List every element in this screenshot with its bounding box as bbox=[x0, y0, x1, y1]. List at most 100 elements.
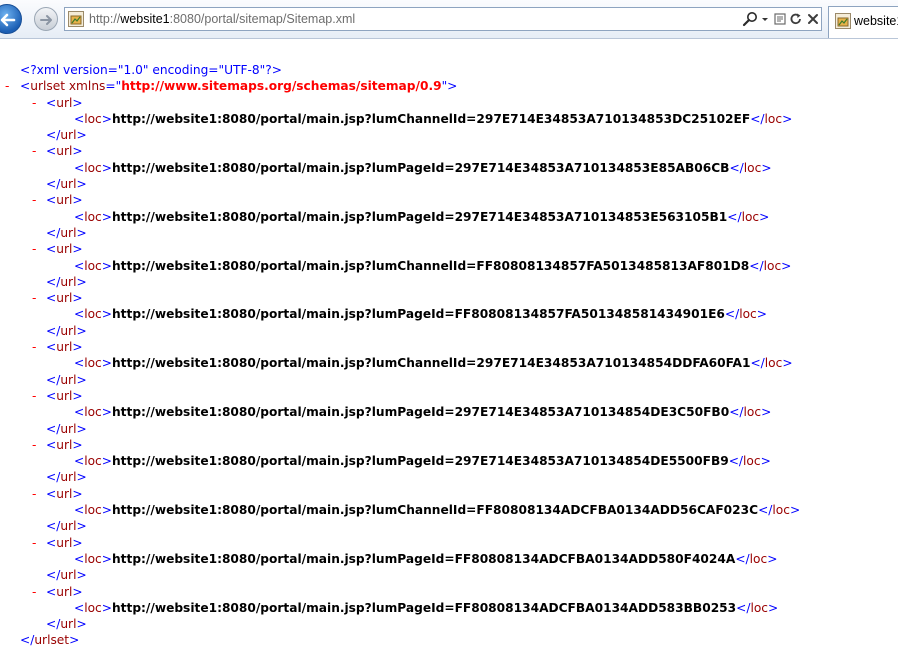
url-open-tag: - <url> bbox=[32, 290, 83, 306]
collapse-toggle-url[interactable]: - bbox=[32, 486, 36, 502]
forward-arrow-icon bbox=[40, 15, 52, 25]
loc-tag-name: loc bbox=[84, 111, 102, 126]
loc-tag-name: loc bbox=[84, 356, 102, 371]
loc-line: <loc>http://website1:8080/portal/main.js… bbox=[74, 503, 801, 518]
url-open-tag: - <url> bbox=[32, 486, 83, 502]
url-open-tag: - <url> bbox=[32, 437, 83, 453]
tab-favicon-icon bbox=[835, 13, 851, 29]
loc-close-tag-name: loc bbox=[763, 258, 782, 273]
url-open-tag: - <url> bbox=[32, 192, 83, 208]
collapse-toggle-url[interactable]: - bbox=[32, 535, 36, 551]
loc-line: <loc>http://website1:8080/portal/main.js… bbox=[74, 454, 771, 469]
collapse-toggle-urlset[interactable]: - bbox=[5, 78, 9, 94]
collapse-toggle-url[interactable]: - bbox=[32, 241, 36, 257]
url-open-tag: - <url> bbox=[32, 584, 83, 600]
url-entry: - <url> <loc>http://website1:8080/portal/m… bbox=[0, 192, 898, 241]
loc-tag-name: loc bbox=[84, 405, 102, 420]
url-entry: - <url> <loc>http://website1:8080/portal/m… bbox=[0, 535, 898, 584]
url-entry: - <url> <loc>http://website1:8080/portal/m… bbox=[0, 241, 898, 290]
url-close-tag: </url> bbox=[46, 372, 87, 387]
url-close-tag: </url> bbox=[46, 617, 87, 632]
browser-tab[interactable]: website1 bbox=[828, 6, 898, 38]
refresh-icon[interactable] bbox=[789, 11, 803, 27]
compatibility-view-icon[interactable] bbox=[773, 11, 787, 27]
loc-value: http://website1:8080/portal/main.jsp?lum… bbox=[111, 209, 728, 224]
url-open-tag: - <url> bbox=[32, 241, 83, 257]
url-tag-name: url bbox=[56, 144, 73, 159]
loc-value: http://website1:8080/portal/main.jsp?lum… bbox=[111, 454, 729, 469]
loc-value: http://website1:8080/portal/main.jsp?lum… bbox=[111, 551, 736, 566]
url-close-tag: </url> bbox=[46, 421, 87, 436]
address-bar[interactable]: http://website1:8080/portal/sitemap/Site… bbox=[64, 7, 822, 31]
collapse-toggle-url[interactable]: - bbox=[32, 388, 36, 404]
url-tag-name: url bbox=[56, 193, 73, 208]
url-tag-name: url bbox=[56, 584, 73, 599]
url-close-tag: </url> bbox=[46, 519, 87, 534]
url-open-tag: - <url> bbox=[32, 95, 83, 111]
url-close-tag-name: url bbox=[60, 519, 77, 534]
forward-button[interactable] bbox=[34, 7, 58, 31]
urlset-attr-name: xmlns bbox=[68, 79, 106, 94]
loc-line: <loc>http://website1:8080/portal/main.js… bbox=[74, 160, 772, 175]
url-close-tag-name: url bbox=[60, 225, 77, 240]
loc-line: <loc>http://website1:8080/portal/main.js… bbox=[74, 600, 779, 615]
url-close-tag-name: url bbox=[60, 177, 77, 192]
url-entry: - <url> <loc>http://website1:8080/portal/m… bbox=[0, 486, 898, 535]
loc-tag-name: loc bbox=[84, 551, 102, 566]
url-open-tag: - <url> bbox=[32, 143, 83, 159]
loc-value: http://website1:8080/portal/main.jsp?lum… bbox=[111, 160, 730, 175]
loc-value: http://website1:8080/portal/main.jsp?lum… bbox=[111, 111, 751, 126]
collapse-toggle-url[interactable]: - bbox=[32, 584, 36, 600]
url-close-tag-name: url bbox=[60, 274, 77, 289]
url-open-tag: - <url> bbox=[32, 388, 83, 404]
url-close-tag-name: url bbox=[60, 617, 77, 632]
stop-icon[interactable] bbox=[807, 11, 819, 27]
collapse-toggle-url[interactable]: - bbox=[32, 192, 36, 208]
loc-close-tag-name: loc bbox=[750, 600, 769, 615]
url-prefix: http:// bbox=[89, 12, 121, 26]
collapse-toggle-url[interactable]: - bbox=[32, 339, 36, 355]
loc-tag-name: loc bbox=[84, 160, 102, 175]
loc-tag-name: loc bbox=[84, 209, 102, 224]
loc-line: <loc>http://website1:8080/portal/main.js… bbox=[74, 551, 778, 566]
loc-value: http://website1:8080/portal/main.jsp?lum… bbox=[111, 356, 751, 371]
url-entry: - <url> <loc>http://website1:8080/portal/m… bbox=[0, 388, 898, 437]
loc-value: http://website1:8080/portal/main.jsp?lum… bbox=[111, 405, 730, 420]
dropdown-arrow-icon[interactable] bbox=[761, 11, 769, 27]
url-entry: - <url> <loc>http://website1:8080/portal/m… bbox=[0, 339, 898, 388]
urlset-open-tag: - <urlset xmlns="http://www.sitemaps.org… bbox=[5, 78, 458, 94]
loc-close-tag-name: loc bbox=[741, 209, 760, 224]
loc-close-tag-name: loc bbox=[743, 454, 761, 469]
url-open-tag: - <url> bbox=[32, 535, 83, 551]
urlset-close-tag-name: urlset bbox=[34, 633, 70, 648]
url-entry: - <url> <loc>http://website1:8080/portal/m… bbox=[0, 290, 898, 339]
back-button[interactable] bbox=[0, 4, 22, 34]
loc-close-tag-name: loc bbox=[739, 307, 757, 322]
urlset-tag-name: urlset bbox=[30, 79, 65, 94]
url-close-tag-name: url bbox=[60, 421, 77, 436]
loc-close-tag-name: loc bbox=[764, 111, 783, 126]
url-close-tag: </url> bbox=[46, 470, 87, 485]
loc-tag-name: loc bbox=[84, 503, 102, 518]
address-url[interactable]: http://website1:8080/portal/sitemap/Site… bbox=[89, 12, 355, 26]
loc-line: <loc>http://website1:8080/portal/main.js… bbox=[74, 307, 767, 322]
collapse-toggle-url[interactable]: - bbox=[32, 95, 36, 111]
collapse-toggle-url[interactable]: - bbox=[32, 437, 36, 453]
collapse-toggle-url[interactable]: - bbox=[32, 143, 36, 159]
search-icon[interactable] bbox=[741, 11, 759, 27]
loc-close-tag-name: loc bbox=[743, 160, 762, 175]
loc-value: http://website1:8080/portal/main.jsp?lum… bbox=[111, 600, 737, 615]
page-favicon-icon bbox=[68, 11, 84, 27]
loc-close-tag-name: loc bbox=[743, 405, 762, 420]
loc-line: <loc>http://website1:8080/portal/main.js… bbox=[74, 209, 770, 224]
tab-title: website1 bbox=[854, 14, 898, 28]
url-tag-name: url bbox=[56, 291, 73, 306]
url-tag-name: url bbox=[56, 242, 73, 257]
url-tag-name: url bbox=[56, 340, 73, 355]
collapse-toggle-url[interactable]: - bbox=[32, 290, 36, 306]
url-close-tag-name: url bbox=[60, 372, 77, 387]
loc-line: <loc>http://website1:8080/portal/main.js… bbox=[74, 356, 793, 371]
url-tag-name: url bbox=[56, 535, 73, 550]
urlset-namespace: http://www.sitemaps.org/schemas/sitemap/… bbox=[121, 79, 442, 94]
url-close-tag-name: url bbox=[60, 323, 77, 338]
